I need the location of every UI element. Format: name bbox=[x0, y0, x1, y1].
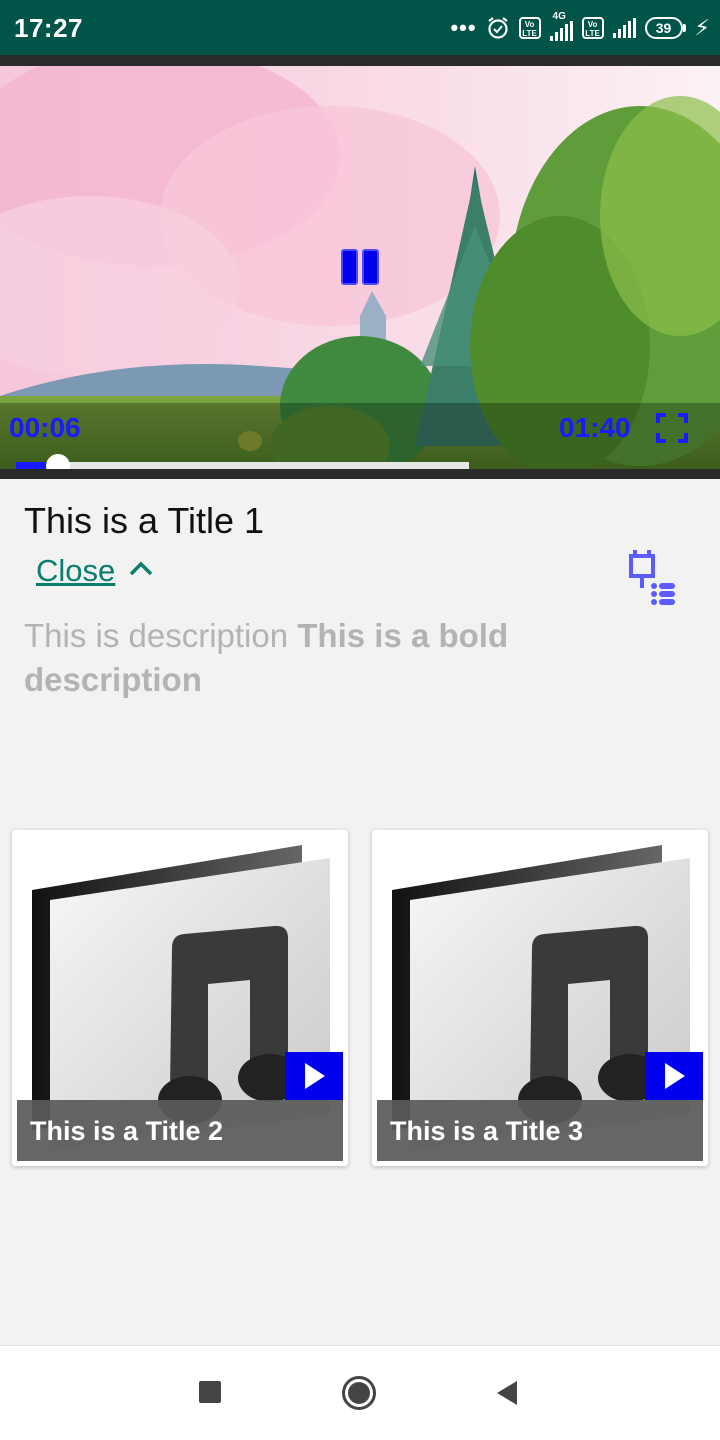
battery-level: 39 bbox=[644, 17, 683, 39]
back-icon[interactable] bbox=[493, 1379, 519, 1407]
status-time: 17:27 bbox=[14, 13, 83, 43]
video-bottom-border bbox=[0, 469, 720, 479]
video-title: This is a Title 1 bbox=[24, 500, 265, 541]
fullscreen-icon[interactable] bbox=[656, 413, 688, 443]
video-description: This is description This is a bold descr… bbox=[24, 614, 624, 702]
more-dots-icon: ••• bbox=[450, 15, 477, 40]
description-text: This is description bbox=[24, 617, 298, 654]
card-title: This is a Title 3 bbox=[390, 1116, 584, 1146]
volte-icon: Vo LTE bbox=[518, 17, 541, 39]
video-player[interactable]: 00:06 01:40 bbox=[0, 66, 720, 479]
video-top-border bbox=[0, 55, 720, 66]
related-card[interactable]: This is a Title 2 bbox=[12, 830, 348, 1166]
network-type: 4G bbox=[552, 11, 566, 22]
status-icons: ••• Vo LTE 4G Vo LTE 39 ⚡ bbox=[450, 11, 710, 44]
status-bar: 17:27 ••• Vo LTE 4G Vo LTE 39 ⚡ bbox=[0, 0, 720, 55]
pause-button[interactable] bbox=[340, 247, 380, 287]
charging-icon: ⚡ bbox=[694, 15, 710, 40]
seek-bar-buffered[interactable] bbox=[16, 462, 469, 469]
close-link[interactable]: Close bbox=[36, 553, 115, 589]
battery-icon: 39 bbox=[644, 17, 686, 39]
play-icon[interactable] bbox=[285, 1052, 343, 1100]
current-time: 00:06 bbox=[9, 412, 81, 443]
signal-icon bbox=[612, 18, 636, 38]
recents-icon[interactable] bbox=[199, 1381, 221, 1403]
system-nav-bar bbox=[0, 1345, 720, 1440]
related-card[interactable]: This is a Title 3 bbox=[372, 830, 708, 1166]
playlist-icon[interactable] bbox=[626, 548, 678, 606]
card-title: This is a Title 2 bbox=[30, 1116, 224, 1146]
signal-icon: 4G bbox=[549, 11, 573, 41]
alarm-icon bbox=[487, 17, 508, 39]
total-time: 01:40 bbox=[559, 412, 631, 443]
volte-icon: Vo LTE bbox=[581, 17, 604, 39]
home-icon[interactable] bbox=[341, 1375, 377, 1411]
play-icon[interactable] bbox=[645, 1052, 703, 1100]
chevron-up-icon[interactable] bbox=[128, 556, 154, 582]
